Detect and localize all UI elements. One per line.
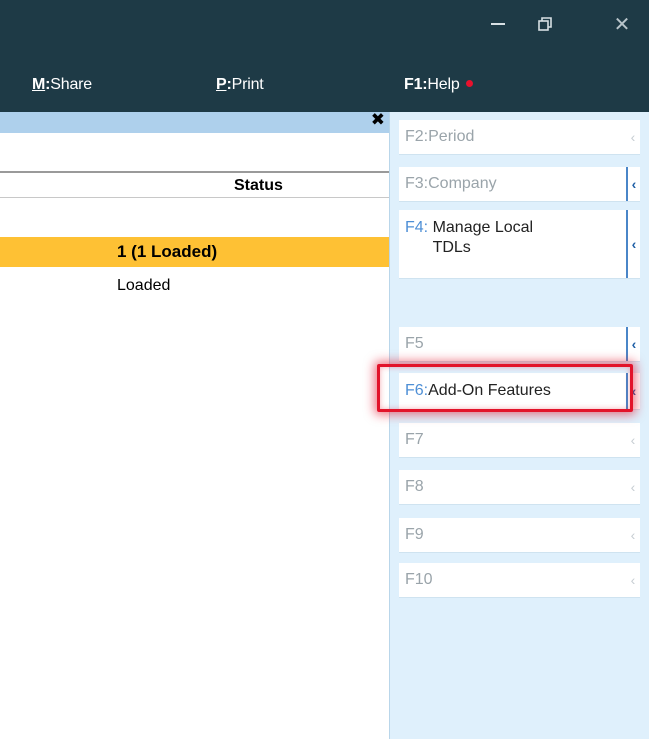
chevron-left-icon[interactable]: ‹: [626, 327, 640, 361]
share-key: M: [32, 76, 46, 93]
f8-button[interactable]: F8 ‹: [399, 470, 640, 504]
status-column-header: Status: [234, 177, 283, 194]
button-key: F5: [405, 335, 424, 352]
column-divider: [0, 197, 389, 198]
help-menu[interactable]: F1:Help: [404, 76, 473, 94]
button-panel: F2: Period ‹ F3: Company ‹ F4: Manage Loca…: [389, 112, 649, 739]
chevron-left-icon[interactable]: ‹: [626, 373, 640, 409]
row-status[interactable]: Loaded: [117, 277, 170, 295]
loaded-count: 1 (1 Loaded): [117, 242, 218, 261]
button-key: F7: [405, 431, 424, 448]
button-label: Add-On Features: [428, 382, 551, 399]
chevron-left-icon[interactable]: ‹: [626, 210, 640, 278]
chevron-left-icon: ‹: [630, 572, 636, 588]
restore-button[interactable]: [525, 8, 565, 40]
print-label: Print: [231, 76, 264, 93]
report-panel-header: ✖: [0, 110, 389, 133]
button-label: Manage Local TDLs: [432, 219, 534, 256]
button-key: F2: [405, 128, 424, 145]
print-key: P: [216, 76, 227, 93]
f10-button[interactable]: F10 ‹: [399, 563, 640, 597]
help-key: F1: [404, 76, 423, 93]
f5-button[interactable]: F5 ‹: [399, 327, 640, 361]
add-on-features-button[interactable]: F6: Add-On Features ‹: [399, 373, 640, 409]
button-label: Company: [428, 175, 497, 192]
share-label: Share: [50, 76, 92, 93]
period-button[interactable]: F2: Period ‹: [399, 120, 640, 154]
help-label: Help: [427, 76, 460, 93]
close-icon: ✕: [613, 12, 631, 36]
close-button[interactable]: ✕: [602, 8, 642, 40]
button-key: F3: [405, 175, 424, 192]
button-key: F10: [405, 571, 433, 588]
restore-icon: [538, 17, 552, 31]
button-key: F8: [405, 478, 424, 495]
button-label: Period: [428, 128, 475, 145]
button-key: F4: [405, 219, 424, 236]
chevron-left-icon: ‹: [630, 129, 636, 145]
f9-button[interactable]: F9 ‹: [399, 518, 640, 552]
share-menu[interactable]: M:Share: [32, 76, 92, 94]
manage-local-tdls-button[interactable]: F4: Manage Local TDLs ‹: [399, 210, 640, 278]
company-button[interactable]: F3: Company ‹: [399, 167, 640, 201]
button-key: F9: [405, 526, 424, 543]
top-menu-bar: M:Share P:Print F1:Help: [0, 52, 649, 112]
chevron-left-icon: ‹: [630, 432, 636, 448]
f7-button[interactable]: F7 ‹: [399, 423, 640, 457]
title-bar: ✕: [0, 0, 649, 52]
chevron-left-icon: ‹: [630, 527, 636, 543]
column-divider: [0, 171, 389, 173]
notification-dot-icon: [465, 80, 473, 88]
print-menu[interactable]: P:Print: [216, 76, 264, 94]
selected-row[interactable]: 1 (1 Loaded): [0, 237, 389, 267]
minimize-button[interactable]: [478, 8, 518, 40]
chevron-left-icon: ‹: [630, 479, 636, 495]
chevron-left-icon[interactable]: ‹: [626, 167, 640, 201]
button-key: F6: [405, 382, 424, 399]
minimize-icon: [491, 23, 505, 25]
close-icon[interactable]: ✖: [371, 110, 385, 130]
